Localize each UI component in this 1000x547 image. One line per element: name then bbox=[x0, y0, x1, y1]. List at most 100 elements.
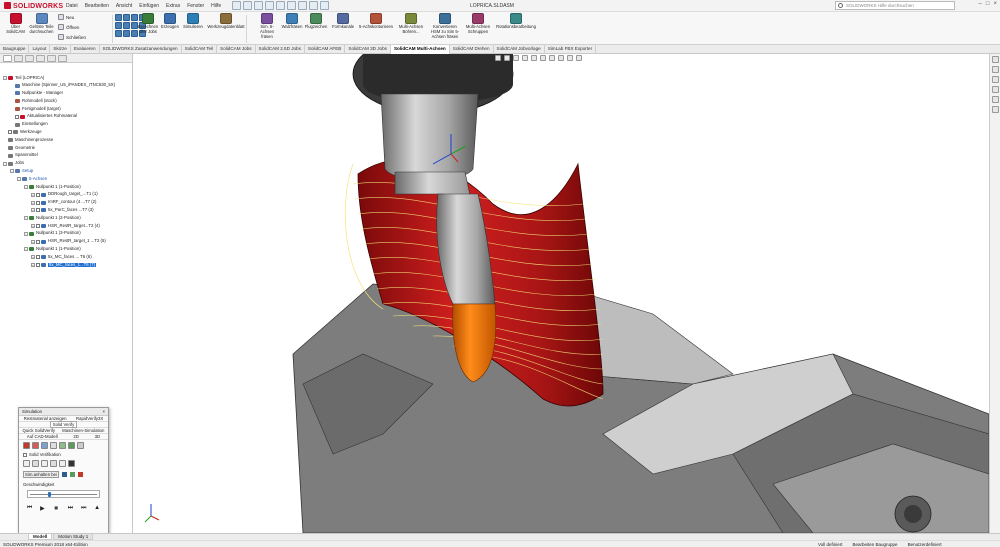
pattern-icon[interactable] bbox=[68, 460, 75, 467]
maximize-icon[interactable]: □ bbox=[986, 1, 990, 7]
design-library-icon[interactable] bbox=[991, 66, 999, 73]
ribbon-button-0[interactable]: Berechnen aller Jobs bbox=[137, 13, 159, 35]
checkbox[interactable] bbox=[36, 200, 40, 205]
tree-item[interactable]: +5x_ParC_faces ...T7 (3) bbox=[3, 207, 131, 215]
checkbox[interactable] bbox=[8, 130, 12, 135]
collision-icon[interactable] bbox=[70, 472, 76, 477]
ribbon-button-1[interactable]: Erzeugen bbox=[160, 13, 180, 30]
step-icon[interactable]: ⏭ bbox=[68, 505, 73, 512]
ribbon-button-9[interactable]: Multi-Achsen Bohren... bbox=[396, 13, 426, 35]
tree-item[interactable]: Nullpunkte - Manager bbox=[3, 90, 131, 98]
cad-model-tab[interactable]: Auf CAD-Modell bbox=[25, 434, 60, 439]
tile-icon[interactable] bbox=[115, 30, 122, 37]
propertymanager-tab-icon[interactable] bbox=[14, 55, 23, 62]
rotate-icon[interactable] bbox=[32, 460, 39, 467]
ribbon-button-solidcam-info[interactable]: Über SolidCAM bbox=[3, 13, 28, 35]
tree-toggle-icon[interactable]: - bbox=[24, 231, 28, 236]
compare-icon[interactable] bbox=[59, 460, 66, 467]
tree-item[interactable]: Spannmittel bbox=[3, 152, 131, 160]
tree-item[interactable]: + ImRF_contour (4 ...T7 (2) bbox=[3, 199, 131, 207]
quick-solidverify-tab[interactable]: Quick SolidVerify bbox=[21, 428, 57, 433]
ribbon-button-search-parts[interactable]: Gelöste Teile durchsuchen bbox=[29, 13, 54, 35]
3d-tab[interactable]: 3D bbox=[93, 434, 103, 439]
end-icon[interactable]: ⏭ bbox=[81, 505, 86, 512]
tab-6[interactable]: SolidCAM Jobs bbox=[217, 45, 256, 54]
copy-icon[interactable] bbox=[23, 460, 30, 467]
checkbox[interactable] bbox=[36, 224, 40, 229]
ribbon-button-2[interactable]: Simulieren bbox=[180, 13, 206, 30]
target-icon[interactable] bbox=[32, 442, 39, 449]
gouge-icon[interactable] bbox=[78, 472, 84, 477]
tree-item[interactable]: - 5-Achsen bbox=[3, 175, 131, 183]
checkbox[interactable] bbox=[36, 208, 40, 213]
menu-item-2[interactable]: Ansicht bbox=[116, 3, 132, 9]
eject-icon[interactable]: ▲ bbox=[94, 505, 100, 512]
checkbox[interactable] bbox=[23, 452, 27, 457]
file-explorer-icon[interactable] bbox=[991, 76, 999, 83]
stop-option-icon[interactable] bbox=[62, 472, 68, 477]
resources-icon[interactable] bbox=[991, 56, 999, 63]
checkbox[interactable] bbox=[36, 192, 40, 197]
undo-icon[interactable] bbox=[287, 1, 296, 10]
tree-item[interactable]: - Nullpunkt 1 (2-Position) bbox=[3, 214, 131, 222]
tree-toggle-icon[interactable]: + bbox=[31, 208, 35, 213]
view-palette-icon[interactable] bbox=[991, 86, 999, 93]
speed-slider[interactable] bbox=[27, 490, 100, 498]
tree-item[interactable]: Rohmodell (stock) bbox=[3, 97, 131, 105]
tool-icon[interactable] bbox=[41, 442, 48, 449]
featuremanager-tab-icon[interactable] bbox=[3, 55, 12, 62]
options-icon[interactable] bbox=[320, 1, 329, 10]
tab-2[interactable]: Skizze bbox=[50, 45, 71, 54]
help-search-input[interactable]: SOLIDWORKS Hilfe durchsuchen bbox=[835, 1, 955, 10]
tree-item[interactable]: - Nullpunkt 1 (1-Position) bbox=[3, 246, 131, 254]
ribbon-button-3[interactable]: Werkzeugdatenblatt bbox=[207, 13, 245, 30]
tree-item[interactable]: Maschinenprozesse bbox=[3, 136, 131, 144]
tree-toggle-icon[interactable]: + bbox=[31, 255, 35, 260]
tree-toggle-icon[interactable]: - bbox=[17, 177, 21, 182]
tree-item[interactable]: - Teil (LOPRICA) bbox=[3, 74, 131, 82]
ribbon-button-10[interactable]: Konvertieren HSM zu Sim 5-Achsen fräsen bbox=[428, 13, 462, 39]
menu-item-4[interactable]: Extras bbox=[166, 3, 180, 9]
hide-show-icon[interactable] bbox=[549, 55, 555, 61]
checkbox[interactable] bbox=[15, 114, 19, 119]
tree-item[interactable]: - Nullpunkt 1 (3-Position) bbox=[3, 230, 131, 238]
tree-item[interactable]: Maschine (Spinner_U5_iPANDEX_ITNC630_5X) bbox=[3, 82, 131, 90]
tree-item[interactable]: Aktualisiertes Rohmaterial bbox=[3, 113, 131, 121]
rapidverify-tab[interactable]: RapidVerify3X bbox=[74, 416, 105, 421]
tree-item[interactable]: +5x_MC_faces_1...T6 (7) bbox=[3, 261, 131, 269]
tree-item[interactable]: - Jobs bbox=[3, 160, 131, 168]
tree-item[interactable]: Fertigmodell (target) bbox=[3, 105, 131, 113]
measure-icon[interactable] bbox=[50, 460, 57, 467]
ribbon-button-7[interactable]: Formkanäle bbox=[330, 13, 356, 30]
status-units[interactable]: Benutzerdefiniert bbox=[908, 542, 942, 547]
tab-12[interactable]: SolidCAM Jobvorlage bbox=[494, 45, 545, 54]
tile-icon[interactable] bbox=[123, 30, 130, 37]
open-icon[interactable] bbox=[254, 1, 263, 10]
fixture-icon[interactable] bbox=[59, 442, 66, 449]
ribbon-button-8[interactable]: 5-Achskonturieren bbox=[356, 13, 396, 30]
zoom-area-icon[interactable] bbox=[504, 55, 510, 61]
close-icon[interactable]: × bbox=[993, 1, 997, 7]
tree-toggle-icon[interactable]: - bbox=[10, 169, 14, 174]
tab-4[interactable]: SOLIDWORKS Zusatzanwendungen bbox=[100, 45, 182, 54]
print-icon[interactable] bbox=[276, 1, 285, 10]
ribbon-button-5[interactable]: Walzfräsen bbox=[282, 13, 302, 30]
save-icon[interactable] bbox=[265, 1, 274, 10]
solidcam-tab-icon[interactable] bbox=[58, 55, 67, 62]
tree-item[interactable]: + HSR_RestR_target...T2 (4) bbox=[3, 222, 131, 230]
checkbox[interactable] bbox=[36, 263, 40, 268]
tree-toggle-icon[interactable]: + bbox=[31, 192, 35, 197]
checkbox[interactable] bbox=[36, 255, 40, 260]
grid-icon[interactable] bbox=[77, 442, 84, 449]
tab-13[interactable]: SimLab FBX Exporter bbox=[545, 45, 597, 54]
menu-item-6[interactable]: Hilfe bbox=[211, 3, 221, 9]
tile-icon[interactable] bbox=[115, 14, 122, 21]
tile-icon[interactable] bbox=[123, 14, 130, 21]
graphics-area[interactable] bbox=[133, 54, 989, 533]
tree-item[interactable]: + HSR_RestR_target_1 ...T2 (5) bbox=[3, 238, 131, 246]
menu-item-0[interactable]: Datei bbox=[66, 3, 78, 9]
tree-item[interactable]: Werkzeuge bbox=[3, 129, 131, 137]
ribbon-button-12[interactable]: Rotationsbearbeitung bbox=[495, 13, 537, 30]
ribbon-button-6[interactable]: Flugzeichen bbox=[303, 13, 329, 30]
pause-icon[interactable]: ◾ bbox=[52, 505, 59, 512]
